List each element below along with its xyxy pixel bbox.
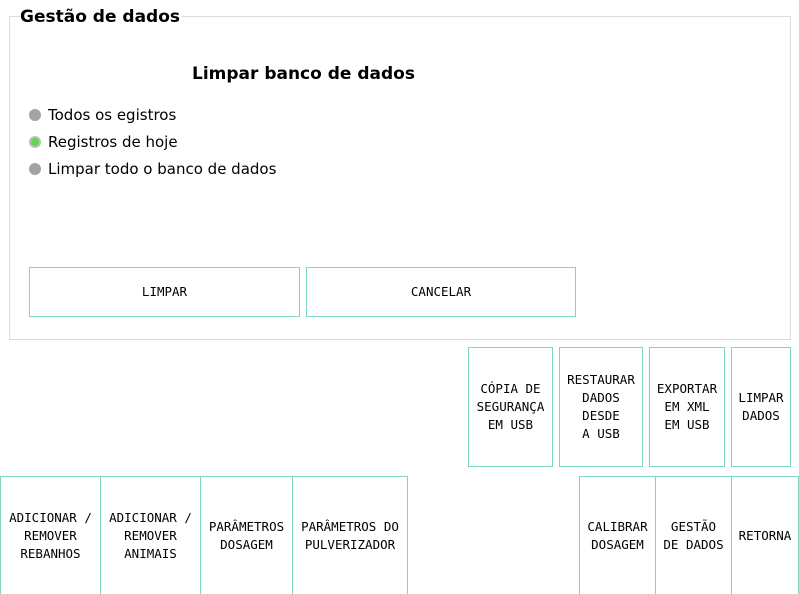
- clear-button[interactable]: LIMPAR: [29, 267, 300, 317]
- clear-data-button[interactable]: LIMPAR DADOS: [731, 347, 791, 467]
- cancel-button[interactable]: CANCELAR: [306, 267, 576, 317]
- radio-dot-icon[interactable]: [29, 136, 41, 148]
- return-button[interactable]: RETORNA: [731, 476, 799, 594]
- option-label: Registros de hoje: [48, 133, 178, 151]
- calibrate-dosage-button[interactable]: CALIBRAR DOSAGEM: [579, 476, 656, 594]
- data-management-button[interactable]: GESTÃO DE DADOS: [655, 476, 732, 594]
- dialog-heading: Limpar banco de dados: [192, 64, 415, 84]
- option-label: Limpar todo o banco de dados: [48, 160, 277, 178]
- option-all-records[interactable]: Todos os egistros: [29, 105, 176, 125]
- restore-usb-button[interactable]: RESTAURAR DADOS DESDE A USB: [559, 347, 643, 467]
- backup-usb-button[interactable]: CÓPIA DE SEGURANÇA EM USB: [468, 347, 553, 467]
- panel-title: Gestão de dados: [20, 6, 183, 28]
- sprayer-parameters-button[interactable]: PARÂMETROS DO PULVERIZADOR: [292, 476, 408, 594]
- radio-dot-icon[interactable]: [29, 109, 41, 121]
- add-remove-animals-button[interactable]: ADICIONAR / REMOVER ANIMAIS: [100, 476, 201, 594]
- option-today-records[interactable]: Registros de hoje: [29, 132, 178, 152]
- add-remove-herds-button[interactable]: ADICIONAR / REMOVER REBANHOS: [0, 476, 101, 594]
- option-label: Todos os egistros: [48, 106, 177, 124]
- export-xml-usb-button[interactable]: EXPORTAR EM XML EM USB: [649, 347, 725, 467]
- option-clear-database[interactable]: Limpar todo o banco de dados: [29, 159, 276, 179]
- radio-dot-icon[interactable]: [29, 163, 41, 175]
- dosage-parameters-button[interactable]: PARÂMETROS DOSAGEM: [200, 476, 293, 594]
